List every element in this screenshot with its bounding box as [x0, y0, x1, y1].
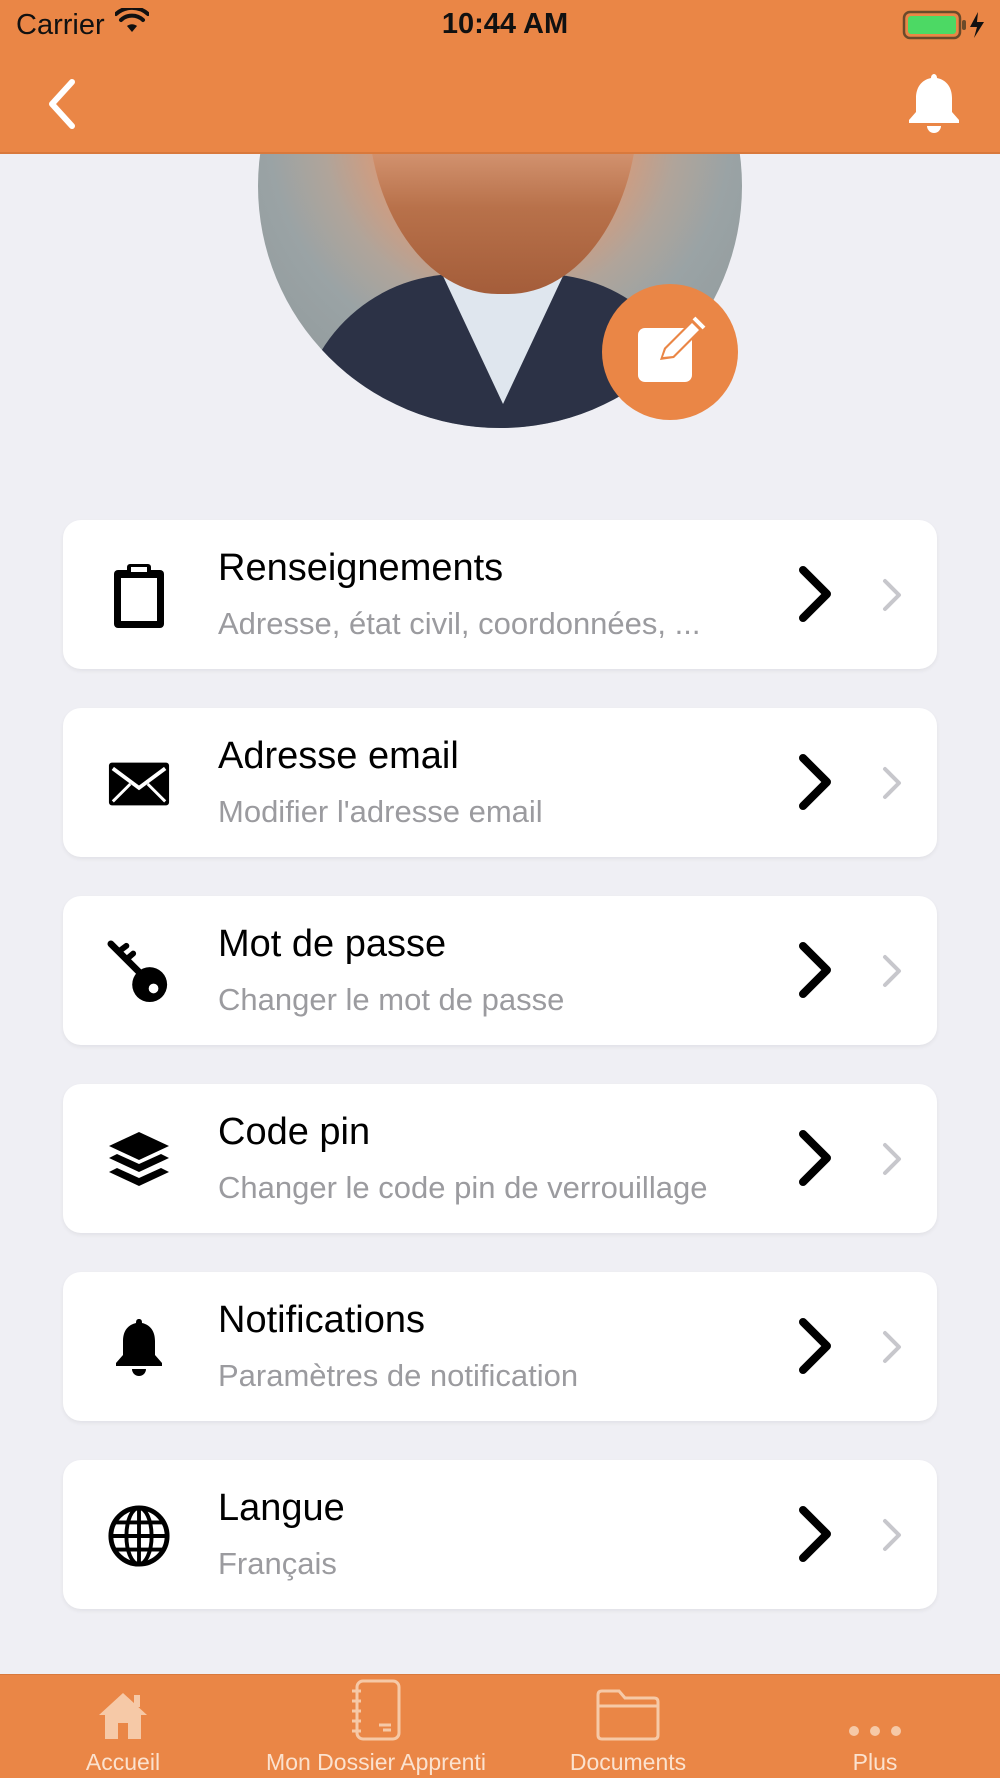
menu-item-subtitle: Paramètres de notification — [218, 1358, 579, 1393]
more-dots-icon — [845, 1675, 905, 1747]
home-icon — [96, 1675, 150, 1747]
tab-label: Accueil — [85, 1749, 161, 1775]
back-button[interactable] — [40, 72, 90, 136]
chevron-right-icon — [799, 1130, 831, 1186]
menu-item-title: Langue — [218, 1487, 345, 1529]
tab-documents[interactable]: Documents — [506, 1675, 750, 1778]
menu-item-title: Adresse email — [218, 735, 459, 777]
menu-item-subtitle: Changer le mot de passe — [218, 982, 565, 1017]
menu-item-subtitle: Modifier l'adresse email — [218, 794, 543, 829]
chevron-left-icon — [49, 79, 75, 129]
chevron-right-icon — [799, 1318, 831, 1374]
top-bar: Carrier 10:44 AM — [0, 0, 1000, 154]
notifications-button[interactable] — [904, 70, 964, 136]
menu-item-title: Code pin — [218, 1111, 371, 1153]
tab-mon-dossier-apprenti[interactable]: Mon Dossier Apprenti — [246, 1675, 506, 1778]
chevron-right-icon — [799, 1506, 831, 1562]
tab-plus[interactable]: Plus — [750, 1675, 1000, 1778]
menu-item-title: Mot de passe — [218, 923, 447, 965]
menu-item-renseignements[interactable]: Renseignements Adresse, état civil, coor… — [63, 520, 937, 669]
edit-avatar-button[interactable] — [602, 284, 738, 420]
chevron-right-icon — [799, 754, 831, 810]
edit-pencil-icon — [638, 316, 706, 382]
chevron-right-icon — [799, 942, 831, 998]
clipboard-icon — [107, 562, 171, 630]
status-right — [902, 10, 988, 45]
tab-label: Mon Dossier Apprenti — [266, 1749, 486, 1775]
globe-icon — [107, 1502, 171, 1570]
tab-bar: Accueil Mon Dossier Apprenti Documents P… — [0, 1674, 1000, 1778]
battery-charging-icon — [902, 10, 988, 45]
chevron-right-icon — [799, 566, 831, 622]
layers-icon — [107, 1126, 171, 1194]
status-time: 10:44 AM — [441, 8, 569, 40]
disclosure-icon — [883, 579, 901, 611]
disclosure-icon — [883, 1143, 901, 1175]
folder-icon — [595, 1675, 661, 1747]
disclosure-icon — [883, 1519, 901, 1551]
menu-item-notifications[interactable]: Notifications Paramètres de notification — [63, 1272, 937, 1421]
bell-icon — [107, 1314, 171, 1382]
menu-item-subtitle: Français — [218, 1546, 337, 1581]
disclosure-icon — [883, 767, 901, 799]
notebook-icon — [349, 1675, 403, 1747]
menu-item-pin[interactable]: Code pin Changer le code pin de verrouil… — [63, 1084, 937, 1233]
menu-item-language[interactable]: Langue Français — [63, 1460, 937, 1609]
menu-item-title: Renseignements — [218, 547, 504, 589]
tab-label: Plus — [852, 1749, 898, 1775]
disclosure-icon — [883, 955, 901, 987]
key-icon — [107, 938, 171, 1006]
envelope-icon — [107, 750, 171, 818]
bell-icon — [909, 74, 959, 133]
tab-accueil[interactable]: Accueil — [0, 1675, 246, 1778]
settings-menu: Renseignements Adresse, état civil, coor… — [63, 520, 937, 1648]
tab-label: Documents — [569, 1749, 687, 1775]
menu-item-subtitle: Changer le code pin de verrouillage — [218, 1170, 708, 1205]
menu-item-password[interactable]: Mot de passe Changer le mot de passe — [63, 896, 937, 1045]
menu-item-email[interactable]: Adresse email Modifier l'adresse email — [63, 708, 937, 857]
disclosure-icon — [883, 1331, 901, 1363]
menu-item-subtitle: Adresse, état civil, coordonnées, ... — [218, 606, 701, 641]
menu-item-title: Notifications — [218, 1299, 425, 1341]
